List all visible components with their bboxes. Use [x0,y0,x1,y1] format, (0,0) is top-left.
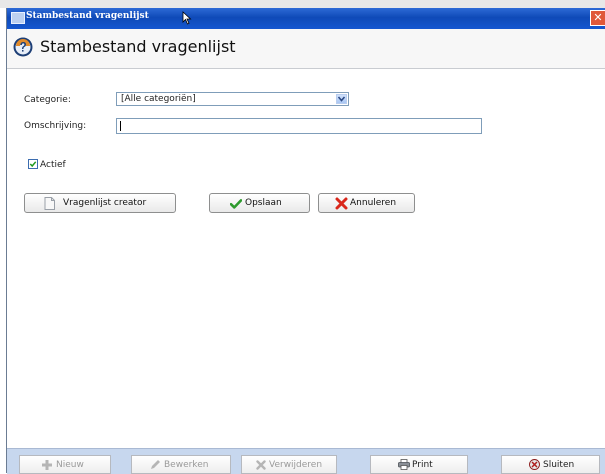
print-button[interactable]: Print [370,455,468,474]
app-window-icon [11,12,25,24]
bewerken-button[interactable]: Bewerken [131,455,231,474]
chevron-down-icon [338,96,345,102]
document-icon [44,197,55,210]
help-question-icon [13,37,33,57]
actief-label: Actief [40,160,66,170]
cancel-x-icon [335,197,348,210]
top-strip [0,0,605,8]
checkmark-icon [230,199,242,209]
verwijderen-label: Verwijderen [269,460,323,470]
opslaan-button[interactable]: Opslaan [209,193,310,213]
page-header: Stambestand vragenlijst [7,29,605,69]
vragenlijst-creator-label: Vragenlijst creator [63,198,147,208]
nieuw-label: Nieuw [56,460,84,470]
annuleren-label: Annuleren [350,198,397,208]
window: Stambestand vragenlijst ✕ Stambestand vr… [6,8,605,474]
print-label: Print [412,460,433,470]
printer-icon [398,459,410,470]
sluiten-button[interactable]: Sluiten [501,455,600,474]
bottom-toolbar: Nieuw Bewerken Verwijderen Print Sluiten [7,448,605,474]
plus-icon [42,460,52,470]
text-caret [120,121,121,131]
checkmark-icon [29,161,37,168]
page-title: Stambestand vragenlijst [40,37,236,56]
dropdown-arrow-button[interactable] [336,94,347,104]
opslaan-label: Opslaan [245,198,282,208]
omschrijving-field[interactable] [116,118,482,134]
title-bar[interactable]: Stambestand vragenlijst ✕ [7,8,605,29]
pencil-icon [151,460,160,469]
form-area: Categorie: [Alle categoriën] Omschrijvin… [7,69,605,448]
delete-x-icon [256,460,266,470]
vragenlijst-creator-button[interactable]: Vragenlijst creator [24,193,176,213]
omschrijving-label: Omschrijving: [24,121,87,131]
mouse-cursor-icon [182,11,192,25]
omschrijving-input[interactable] [117,119,481,133]
actief-checkbox[interactable] [28,159,38,169]
categorie-select-value: [Alle categoriën] [121,94,196,104]
categorie-select[interactable]: [Alle categoriën] [116,92,349,106]
categorie-label: Categorie: [24,95,71,105]
nieuw-button[interactable]: Nieuw [19,455,111,474]
bewerken-label: Bewerken [164,460,209,470]
close-circle-icon [529,459,540,470]
window-close-button[interactable]: ✕ [590,10,605,26]
sluiten-label: Sluiten [543,460,575,470]
verwijderen-button[interactable]: Verwijderen [241,455,337,474]
close-icon: ✕ [593,11,603,24]
window-title: Stambestand vragenlijst [26,11,149,21]
annuleren-button[interactable]: Annuleren [318,193,415,213]
